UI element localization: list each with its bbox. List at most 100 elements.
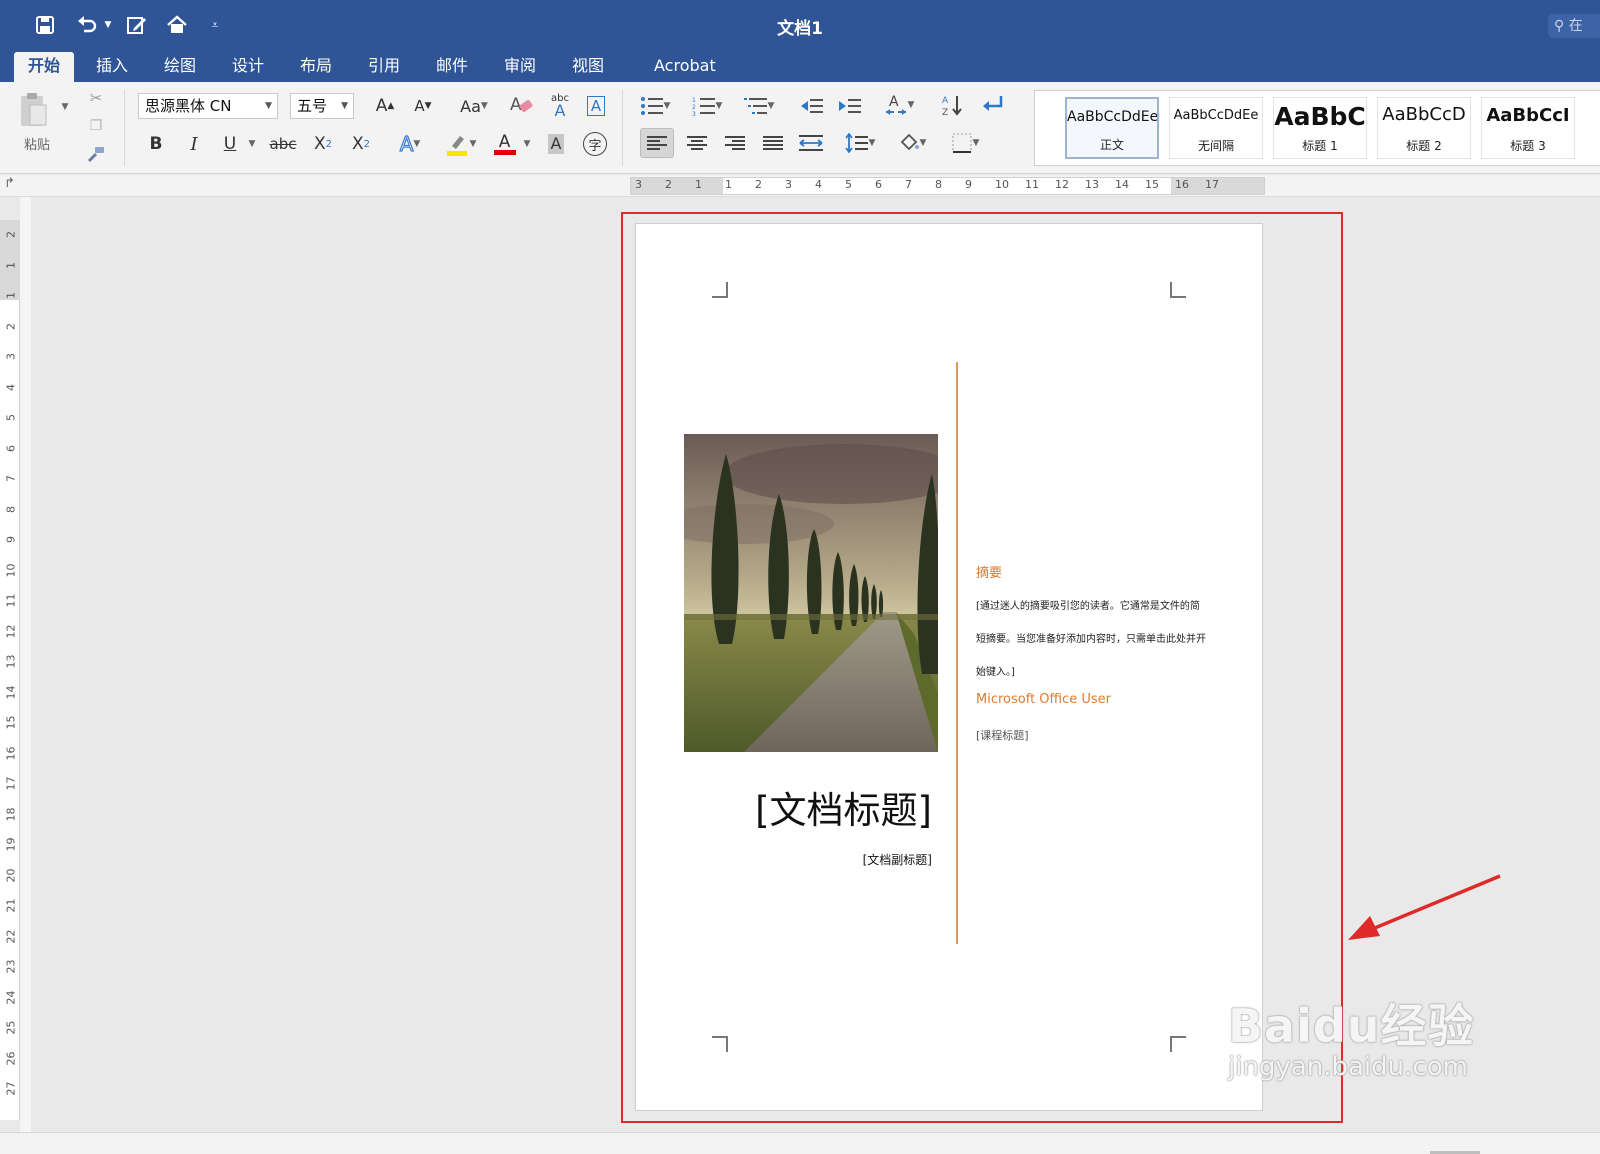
tab-insert[interactable]: 插入 xyxy=(82,52,142,82)
ruler-number: 15 xyxy=(4,715,18,730)
style-heading-1[interactable]: AaBbC 标题 1 xyxy=(1273,97,1367,159)
subscript-button[interactable]: X2 xyxy=(308,130,338,158)
format-painter-icon[interactable] xyxy=(84,142,108,166)
align-right-icon xyxy=(725,136,745,150)
tab-home[interactable]: 开始 xyxy=(14,52,75,82)
tab-draw[interactable]: 绘图 xyxy=(150,52,210,82)
author-name[interactable]: Microsoft Office User xyxy=(976,692,1111,707)
enclose-char-button[interactable]: 字 xyxy=(580,130,610,158)
char-shading-button[interactable]: A xyxy=(544,132,568,156)
style-heading-1-name: 标题 1 xyxy=(1302,139,1338,153)
tab-acrobat[interactable]: Acrobat xyxy=(640,52,730,82)
course-title-placeholder[interactable]: [课程标题] xyxy=(976,727,1029,743)
clear-formatting-button[interactable]: A xyxy=(506,90,538,120)
underline-dropdown-icon[interactable]: ▼ xyxy=(246,138,258,150)
subscript-glyph: X xyxy=(313,134,326,154)
baidu-watermark: Baidu经验 jingyan.baidu.com xyxy=(1228,990,1475,1082)
justify-button[interactable] xyxy=(756,128,790,158)
ruler-number: 2 xyxy=(665,178,672,191)
style-normal[interactable]: AaBbCcDdEe 正文 xyxy=(1065,97,1159,159)
document-page[interactable]: [文档标题] [文档副标题] 摘要 [通过迷人的摘要吸引您的读者。它通常是文件的… xyxy=(635,223,1263,1111)
char-border-button[interactable]: A xyxy=(582,92,610,120)
borders-icon xyxy=(952,133,972,153)
style-no-spacing[interactable]: AaBbCcDdEe 无间隔 xyxy=(1169,97,1263,159)
align-center-button[interactable] xyxy=(680,128,714,158)
highlight-color-button[interactable]: ▼ xyxy=(438,130,482,158)
horizontal-ruler[interactable]: 3 2 1 1 2 3 4 5 6 7 8 9 10 11 12 13 14 15 16 17 xyxy=(630,177,1265,195)
text-direction-button[interactable]: A ▼ xyxy=(878,90,920,120)
paste-dropdown-icon[interactable]: ▼ xyxy=(60,102,70,112)
font-name-combo[interactable]: 思源黑体 CN ▼ xyxy=(138,93,278,119)
style-heading-2-name: 标题 2 xyxy=(1406,139,1442,153)
document-title-placeholder[interactable]: [文档标题] xyxy=(755,780,932,834)
tab-view[interactable]: 视图 xyxy=(558,52,618,82)
distributed-button[interactable] xyxy=(794,128,828,158)
ruler-number: 14 xyxy=(4,685,18,699)
tab-layout[interactable]: 布局 xyxy=(286,52,346,82)
phonetic-guide-button[interactable]: abc A xyxy=(544,90,576,120)
chevron-down-icon: ▼ xyxy=(469,139,477,149)
ruler-number: 11 xyxy=(1025,178,1039,191)
search-box[interactable]: ⚲ 在 xyxy=(1548,14,1600,38)
watermark-url: jingyan.baidu.com xyxy=(1228,1052,1468,1082)
svg-text:1: 1 xyxy=(692,97,696,104)
eraser-icon: A xyxy=(510,95,533,115)
tab-review[interactable]: 审阅 xyxy=(490,52,550,82)
numbering-button[interactable]: 1 2 3 ▼ xyxy=(686,92,728,120)
chevron-down-icon: ▼ xyxy=(868,138,876,148)
ruler-number: 5 xyxy=(845,178,852,191)
indent-icon xyxy=(839,99,861,113)
document-subtitle-placeholder[interactable]: [文档副标题] xyxy=(863,851,932,868)
increase-indent-button[interactable] xyxy=(834,92,866,120)
abstract-body[interactable]: [通过迷人的摘要吸引您的读者。它通常是文件的简 短摘要。当您准备好添加内容时，只… xyxy=(976,590,1238,689)
ruler-number: 9 xyxy=(965,178,972,191)
decrease-indent-button[interactable] xyxy=(796,92,828,120)
font-color-button[interactable]: A ▼ xyxy=(490,130,534,158)
font-size-combo[interactable]: 五号 ▼ xyxy=(290,93,354,119)
ruler-number: 17 xyxy=(4,776,18,791)
chevron-down-icon: ▼ xyxy=(767,101,775,111)
tab-mailings[interactable]: 邮件 xyxy=(422,52,482,82)
cut-icon[interactable]: ✂ xyxy=(84,86,108,110)
outdent-icon xyxy=(801,99,823,113)
bullets-button[interactable]: ▼ xyxy=(634,92,676,120)
red-arrow-icon xyxy=(1348,874,1501,940)
search-icon: ⚲ xyxy=(1554,18,1565,34)
grow-font-button[interactable]: A ▲ xyxy=(368,92,402,120)
ruler-number: 7 xyxy=(905,178,912,191)
align-right-button[interactable] xyxy=(718,128,752,158)
tab-selector-icon[interactable]: ↱ xyxy=(4,176,15,191)
underline-button[interactable]: U xyxy=(216,130,244,158)
paste-icon[interactable] xyxy=(16,90,50,130)
line-spacing-button[interactable]: ▼ xyxy=(838,128,882,158)
style-heading-3-sample: AaBbCcI xyxy=(1486,105,1570,126)
styles-gallery: AaBbCcDdEe 正文 AaBbCcDdEe 无间隔 AaBbC 标题 1 … xyxy=(1034,90,1600,166)
vertical-ruler[interactable]: 2 1 1 2 3 4 5 6 7 8 9 10 11 12 13 14 15 16 17 18 19 20 21 22 23 2… xyxy=(0,220,20,1120)
italic-button[interactable]: I xyxy=(180,130,208,158)
tab-design[interactable]: 设计 xyxy=(218,52,278,82)
ruler-number: 14 xyxy=(1115,178,1129,191)
ruler-number: 12 xyxy=(1055,178,1069,191)
vertical-divider-line xyxy=(956,362,958,944)
align-left-button[interactable] xyxy=(640,128,674,158)
shrink-font-button[interactable]: A ▼ xyxy=(406,92,440,120)
change-case-button[interactable]: Aa ▼ xyxy=(452,92,496,120)
copy-icon[interactable]: ❐ xyxy=(84,114,108,138)
borders-button[interactable]: ▼ xyxy=(942,128,988,158)
superscript-button[interactable]: X2 xyxy=(346,130,376,158)
strikethrough-button[interactable]: abc xyxy=(266,130,300,158)
text-effects-button[interactable]: A ▼ xyxy=(390,130,430,158)
cover-photo[interactable] xyxy=(684,434,938,752)
superscript-digit: 2 xyxy=(363,138,371,150)
style-heading-2[interactable]: AaBbCcD 标题 2 xyxy=(1377,97,1471,159)
tab-references[interactable]: 引用 xyxy=(354,52,414,82)
svg-text:A: A xyxy=(942,96,949,106)
shading-button[interactable]: ▼ xyxy=(890,128,934,158)
style-no-spacing-sample: AaBbCcDdEe xyxy=(1173,108,1259,123)
show-marks-button[interactable] xyxy=(976,90,1010,120)
sort-button[interactable]: AZ xyxy=(936,90,968,120)
paste-label[interactable]: 粘贴 xyxy=(20,134,54,153)
style-heading-3[interactable]: AaBbCcI 标题 3 xyxy=(1481,97,1575,159)
bold-button[interactable]: B xyxy=(142,130,170,158)
multilevel-list-button[interactable]: ▼ xyxy=(738,92,780,120)
